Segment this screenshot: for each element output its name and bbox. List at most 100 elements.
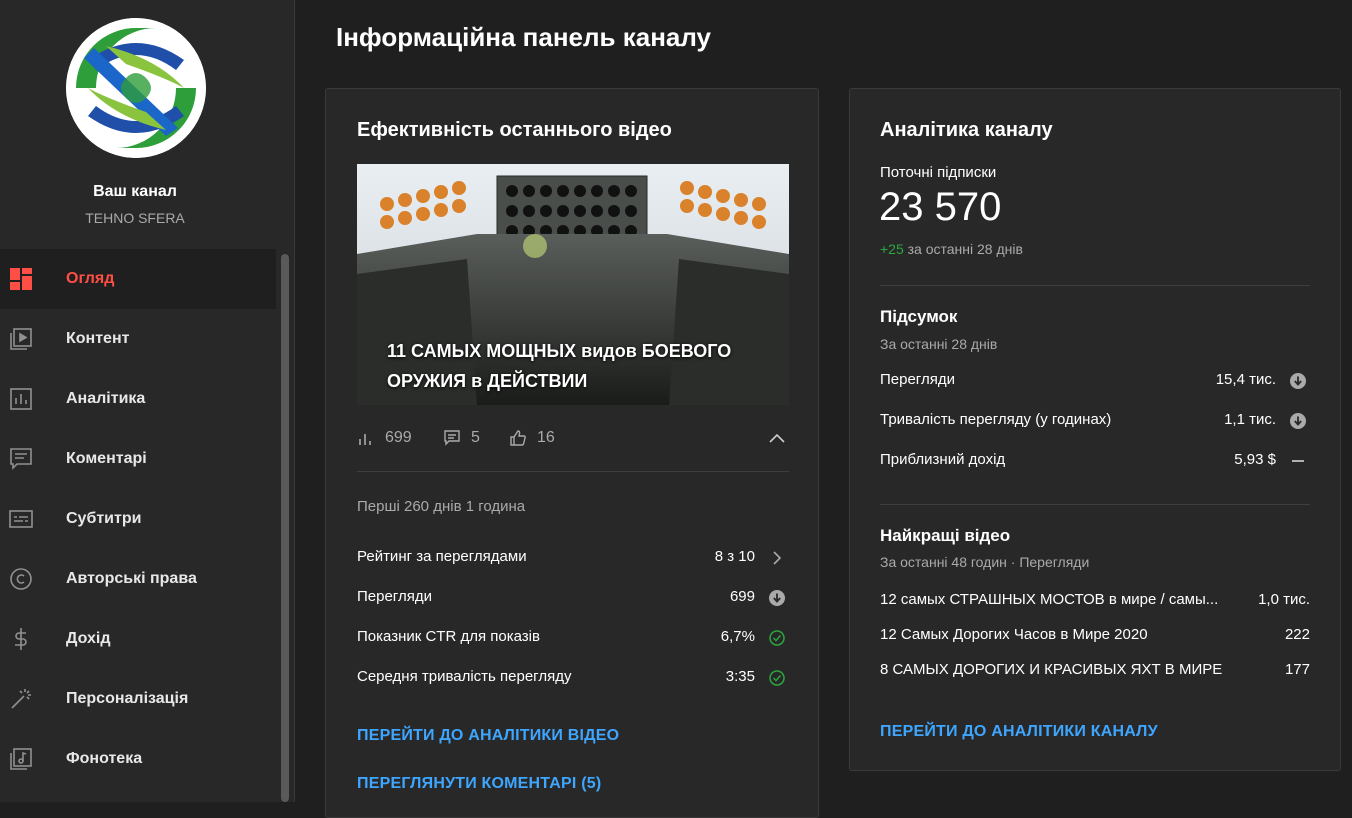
channel-name: TEHNO SFERA xyxy=(85,210,185,226)
likes-stat: 16 xyxy=(509,429,555,447)
arrow-down-circle-icon xyxy=(769,590,785,606)
summary-period: За останні 28 днів xyxy=(880,336,998,352)
top-video-title: 8 САМЫХ ДОРОГИХ И КРАСИВЫХ ЯХТ В МИРЕ xyxy=(880,661,1223,678)
top-video-title: 12 самых СТРАШНЫХ МОСТОВ в мире / самы..… xyxy=(880,591,1219,608)
view-comments-link[interactable]: ПЕРЕГЛЯНУТИ КОМЕНТАРІ (5) xyxy=(357,775,601,793)
sidebar-nav: Огляд Контент Аналітика Коментарі Субтит… xyxy=(0,249,276,789)
subscribers-label: Поточні підписки xyxy=(880,164,997,181)
sidebar-item-audio-library[interactable]: Фонотека xyxy=(0,729,276,789)
dash-icon xyxy=(1292,460,1304,462)
latest-video-card: Ефективність останнього відео 11 САМЫХ М… xyxy=(325,88,819,818)
go-to-video-analytics-link[interactable]: ПЕРЕЙТИ ДО АНАЛІТИКИ ВІДЕО xyxy=(357,727,619,745)
metric-value: 699 xyxy=(729,588,755,605)
views-count: 699 xyxy=(385,429,412,446)
subscribers-delta: +25 xyxy=(880,241,904,257)
metric-row[interactable]: Рейтинг за переглядами 8 з 10 xyxy=(357,548,789,570)
arrow-down-circle-icon xyxy=(1290,373,1306,389)
summary-label: Тривалість перегляду (у годинах) xyxy=(880,411,1112,428)
go-to-channel-analytics-link[interactable]: ПЕРЕЙТИ ДО АНАЛІТИКИ КАНАЛУ xyxy=(880,723,1158,741)
comment-icon xyxy=(444,430,460,446)
sidebar-item-analytics[interactable]: Аналітика xyxy=(0,369,276,429)
subtitles-icon xyxy=(9,507,33,531)
summary-row: Перегляди 15,4 тис. xyxy=(880,371,1310,393)
summary-label: Приблизний дохід xyxy=(880,451,1006,468)
sidebar-item-label: Фонотека xyxy=(66,750,143,767)
comments-icon xyxy=(9,447,33,471)
metric-label: Середня тривалість перегляду xyxy=(357,668,572,685)
top-video-views: 222 xyxy=(1284,626,1310,643)
top-video-row[interactable]: 12 Самых Дорогих Часов в Мире 2020 222 xyxy=(880,626,1310,648)
comments-stat: 5 xyxy=(443,429,480,447)
summary-value: 5,93 $ xyxy=(1234,451,1276,468)
page-title: Інформаційна панель каналу xyxy=(336,22,712,52)
metric-label: Рейтинг за переглядами xyxy=(357,548,527,565)
top-video-title: 12 Самых Дорогих Часов в Мире 2020 xyxy=(880,626,1148,643)
divider xyxy=(357,471,789,472)
video-period: Перші 260 днів 1 година xyxy=(357,498,789,520)
channel-logo xyxy=(66,18,206,158)
comments-count: 5 xyxy=(471,429,480,446)
magic-wand-icon xyxy=(9,687,33,711)
sidebar: Ваш канал TEHNO SFERA Огляд Контент Анал… xyxy=(0,0,295,802)
top-video-views: 177 xyxy=(1284,661,1310,678)
sidebar-item-overview[interactable]: Огляд xyxy=(0,249,276,309)
sidebar-item-copyright[interactable]: Авторські права xyxy=(0,549,276,609)
thumbs-up-icon xyxy=(510,430,526,446)
chevron-right-icon xyxy=(773,551,782,565)
metric-value: 8 з 10 xyxy=(714,548,755,565)
subscribers-delta-text: за останні 28 днів xyxy=(903,241,1023,257)
video-stats: 699 5 16 xyxy=(357,427,789,451)
card-title: Аналітика каналу xyxy=(880,119,1053,141)
sidebar-item-label: Дохід xyxy=(66,630,111,647)
summary-value: 1,1 тис. xyxy=(1224,411,1276,428)
metric-value: 6,7% xyxy=(720,628,755,645)
card-title: Ефективність останнього відео xyxy=(357,119,672,141)
channel-avatar[interactable] xyxy=(66,18,206,158)
top-videos-title: Найкращі відео xyxy=(880,526,1011,545)
top-video-views: 1,0 тис. xyxy=(1258,591,1310,608)
sidebar-item-label: Аналітика xyxy=(66,390,146,407)
analytics-icon xyxy=(9,387,33,411)
check-circle-icon xyxy=(769,670,785,686)
chevron-up-icon[interactable] xyxy=(769,433,785,443)
views-stat: 699 xyxy=(357,429,412,447)
metric-value: 3:35 xyxy=(725,668,755,685)
sidebar-item-comments[interactable]: Коментарі xyxy=(0,429,276,489)
divider xyxy=(880,504,1310,505)
summary-value: 15,4 тис. xyxy=(1215,371,1276,388)
top-videos-period: За останні 48 годин · Перегляди xyxy=(880,554,1090,570)
summary-row: Приблизний дохід 5,93 $ xyxy=(880,451,1310,473)
sidebar-scrollbar[interactable] xyxy=(281,254,289,802)
metric-row: Перегляди 699 xyxy=(357,588,789,610)
video-thumbnail[interactable]: 11 САМЫХ МОЩНЫХ видов БОЕВОГО ОРУЖИЯ в Д… xyxy=(357,164,789,405)
content-icon xyxy=(9,327,33,351)
metric-label: Показник CTR для показів xyxy=(357,628,540,645)
thumbnail-title: 11 САМЫХ МОЩНЫХ видов БОЕВОГО ОРУЖИЯ в Д… xyxy=(387,341,732,391)
copyright-icon xyxy=(9,567,33,591)
top-video-row[interactable]: 12 самых СТРАШНЫХ МОСТОВ в мире / самы..… xyxy=(880,591,1310,613)
channel-analytics-card: Аналітика каналу Поточні підписки 23 570… xyxy=(849,88,1341,771)
divider xyxy=(880,285,1310,286)
sidebar-item-customization[interactable]: Персоналізація xyxy=(0,669,276,729)
channel-title: Ваш канал xyxy=(93,183,177,200)
summary-title: Підсумок xyxy=(880,307,958,326)
sidebar-item-label: Авторські права xyxy=(66,570,197,587)
sidebar-item-content[interactable]: Контент xyxy=(0,309,276,369)
bar-chart-icon xyxy=(359,434,371,445)
dashboard-icon xyxy=(9,267,33,291)
arrow-down-circle-icon xyxy=(1290,413,1306,429)
audio-library-icon xyxy=(9,747,33,771)
sidebar-item-label: Субтитри xyxy=(66,510,142,527)
sidebar-item-label: Огляд xyxy=(66,270,115,287)
sidebar-item-subtitles[interactable]: Субтитри xyxy=(0,489,276,549)
period-label: Перші 260 днів 1 година xyxy=(357,498,526,515)
sidebar-item-monetization[interactable]: Дохід xyxy=(0,609,276,669)
check-circle-icon xyxy=(769,630,785,646)
metric-row: Середня тривалість перегляду 3:35 xyxy=(357,668,789,690)
sidebar-item-label: Контент xyxy=(66,330,130,347)
subscribers-count: 23 570 xyxy=(879,185,1002,229)
summary-row: Тривалість перегляду (у годинах) 1,1 тис… xyxy=(880,411,1310,433)
top-video-row[interactable]: 8 САМЫХ ДОРОГИХ И КРАСИВЫХ ЯХТ В МИРЕ 17… xyxy=(880,661,1310,683)
dollar-icon xyxy=(9,627,33,651)
metric-row: Показник CTR для показів 6,7% xyxy=(357,628,789,650)
